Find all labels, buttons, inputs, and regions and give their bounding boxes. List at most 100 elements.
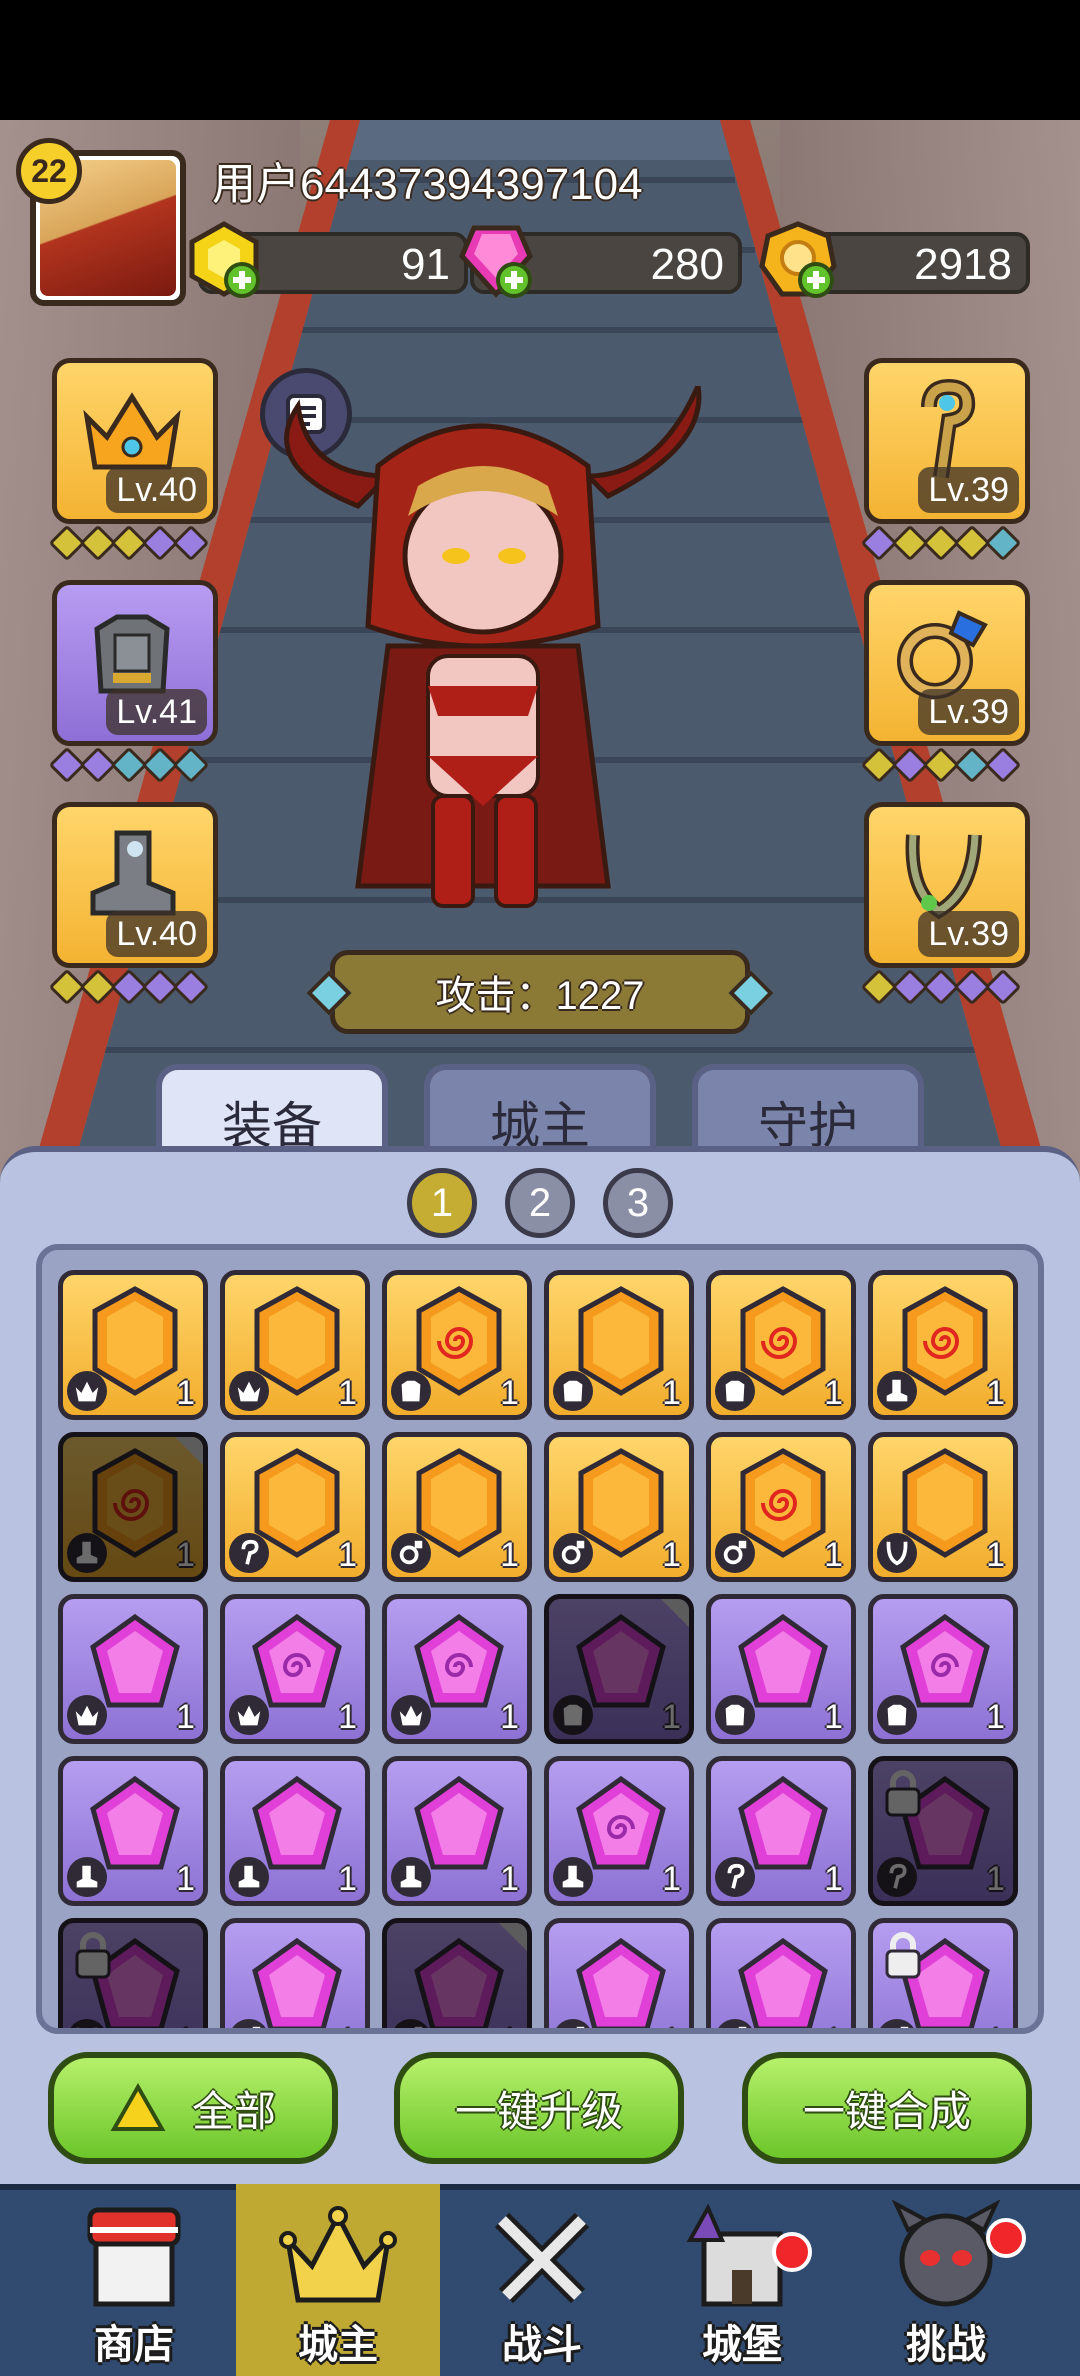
new-marker-icon <box>175 1437 203 1465</box>
boots-slot-icon <box>391 1857 431 1897</box>
nav-label: 战斗 <box>502 2323 582 2367</box>
inventory-item[interactable]: 1 <box>220 1270 370 1420</box>
item-count: 1 <box>986 1536 1005 1574</box>
item-count: 1 <box>662 1374 681 1412</box>
inventory-item[interactable]: 1 <box>58 1918 208 2028</box>
boots-slot-icon <box>877 1371 917 1411</box>
attack-text: 攻击：1227 <box>435 974 645 1018</box>
inventory-item[interactable]: 1 <box>706 1270 856 1420</box>
inventory-item[interactable]: 1 <box>868 1432 1018 1582</box>
item-count: 1 <box>662 1698 681 1736</box>
inventory-item[interactable]: 1 <box>868 1594 1018 1744</box>
inventory-item[interactable]: 1 <box>544 1594 694 1744</box>
crown-icon <box>279 2206 397 2303</box>
item-count: 1 <box>500 1698 519 1736</box>
inventory-item[interactable]: 1 <box>868 1756 1018 1906</box>
nav-castle[interactable]: 城堡 <box>640 2184 844 2376</box>
inventory-item[interactable]: 1 <box>58 1270 208 1420</box>
boots-slot-icon <box>67 1533 107 1573</box>
inventory-item[interactable]: 1 <box>382 1918 532 2028</box>
nav-lord[interactable]: 城主 <box>236 2184 440 2376</box>
nav-challenge[interactable]: 挑战 <box>844 2184 1048 2376</box>
page-button-1[interactable]: 1 <box>407 1168 477 1238</box>
boots-slot-icon <box>229 1857 269 1897</box>
nav-label: 城堡 <box>702 2323 782 2367</box>
equip-slot-armor[interactable]: Lv.41 <box>52 580 218 746</box>
item-count: 1 <box>176 1374 195 1412</box>
inventory-item[interactable]: 1 <box>382 1594 532 1744</box>
nav-label: 商店 <box>94 2323 174 2367</box>
equip-slot-ring[interactable]: Lv.39 <box>864 580 1030 746</box>
equip-slot-crown[interactable]: Lv.40 <box>52 358 218 524</box>
equip-level: Lv.40 <box>106 911 207 957</box>
item-count: 1 <box>338 1698 357 1736</box>
pink-gem-value: 280 <box>650 240 724 289</box>
crown-slot-icon <box>229 1371 269 1411</box>
one-click-upgrade-button[interactable]: 一键升级 <box>394 2052 684 2164</box>
equip-level: Lv.39 <box>918 689 1019 735</box>
page-button-2[interactable]: 2 <box>505 1168 575 1238</box>
inventory-item[interactable]: 1 <box>58 1756 208 1906</box>
shop-icon <box>87 2207 181 2307</box>
inventory-item[interactable]: 1 <box>382 1270 532 1420</box>
inventory-item[interactable]: 1 <box>544 1918 694 2028</box>
inventory-item[interactable]: 1 <box>868 1918 1018 2028</box>
inventory-item[interactable]: 1 <box>868 1270 1018 1420</box>
item-count: 1 <box>500 1374 519 1412</box>
inventory-item[interactable]: 1 <box>58 1594 208 1744</box>
lock-icon <box>885 1770 921 1817</box>
item-count: 1 <box>662 2022 681 2028</box>
nav-battle[interactable]: 战斗 <box>440 2184 644 2376</box>
inventory-item[interactable]: 1 <box>382 1432 532 1582</box>
inventory-item[interactable]: 1 <box>544 1756 694 1906</box>
equip-slot-necklace[interactable]: Lv.39 <box>864 802 1030 968</box>
item-count: 1 <box>824 1536 843 1574</box>
player-level-badge: 22 <box>16 138 82 204</box>
inventory-item[interactable]: 1 <box>544 1432 694 1582</box>
currency-gold-coin[interactable]: 2918 <box>759 221 1030 298</box>
boots-slot-icon <box>553 1857 593 1897</box>
armor-slot-icon <box>553 1695 593 1735</box>
filter-all-button[interactable]: 全部 <box>48 2052 338 2164</box>
currency-yellow-gem[interactable]: 91 <box>189 221 468 298</box>
new-marker-icon <box>499 1923 527 1951</box>
item-count: 1 <box>824 1860 843 1898</box>
item-count: 1 <box>338 1860 357 1898</box>
inventory-item[interactable]: 1 <box>220 1918 370 2028</box>
staff-slot-icon <box>229 1533 269 1573</box>
purple-gem-icon <box>252 1937 342 2028</box>
staff-slot-icon <box>715 1857 755 1897</box>
item-count: 1 <box>986 2022 1005 2028</box>
inventory-item[interactable]: 1 <box>220 1432 370 1582</box>
purple-gem-icon <box>414 1937 504 2028</box>
necklace-slot-icon <box>877 1533 917 1573</box>
inventory-item[interactable]: 1 <box>706 1594 856 1744</box>
equip-slot-boots[interactable]: Lv.40 <box>52 802 218 968</box>
item-count: 1 <box>986 1860 1005 1898</box>
inventory-item[interactable]: 1 <box>220 1594 370 1744</box>
lock-icon <box>75 1932 111 1979</box>
item-count: 1 <box>176 1536 195 1574</box>
boots-slot-icon <box>67 1857 107 1897</box>
notification-badge <box>986 2218 1026 2258</box>
swords-icon <box>494 2212 590 2304</box>
item-count: 1 <box>176 1698 195 1736</box>
inventory-item[interactable]: 1 <box>58 1432 208 1582</box>
ring-slot-icon <box>715 1533 755 1573</box>
inventory-item[interactable]: 1 <box>220 1756 370 1906</box>
inventory-grid-container[interactable]: 1 1 1 1 1 1 1 1 1 1 1 1 1 1 1 1 1 1 1 1 1 1 1 1 1 1 1 1 1 1 <box>36 1244 1044 2034</box>
app-root: 22 用户64437394397104 91 280 2918 Lv.40 Lv… <box>0 0 1080 2376</box>
equip-slot-staff[interactable]: Lv.39 <box>864 358 1030 524</box>
nav-shop[interactable]: 商店 <box>32 2184 236 2376</box>
currency-pink-gem[interactable]: 280 <box>459 225 742 298</box>
page-button-3[interactable]: 3 <box>603 1168 673 1238</box>
inventory-item[interactable]: 1 <box>706 1432 856 1582</box>
armor-slot-icon <box>715 1695 755 1735</box>
inventory-item[interactable]: 1 <box>382 1756 532 1906</box>
inventory-item[interactable]: 1 <box>544 1270 694 1420</box>
crown-star-dots <box>48 524 210 562</box>
inventory-item[interactable]: 1 <box>706 1918 856 2028</box>
inventory-item[interactable]: 1 <box>706 1756 856 1906</box>
inventory-grid: 1 1 1 1 1 1 1 1 1 1 1 1 1 1 1 1 1 1 1 1 1 1 1 1 1 1 1 1 1 1 <box>58 1270 1018 2028</box>
one-click-merge-button[interactable]: 一键合成 <box>742 2052 1032 2164</box>
